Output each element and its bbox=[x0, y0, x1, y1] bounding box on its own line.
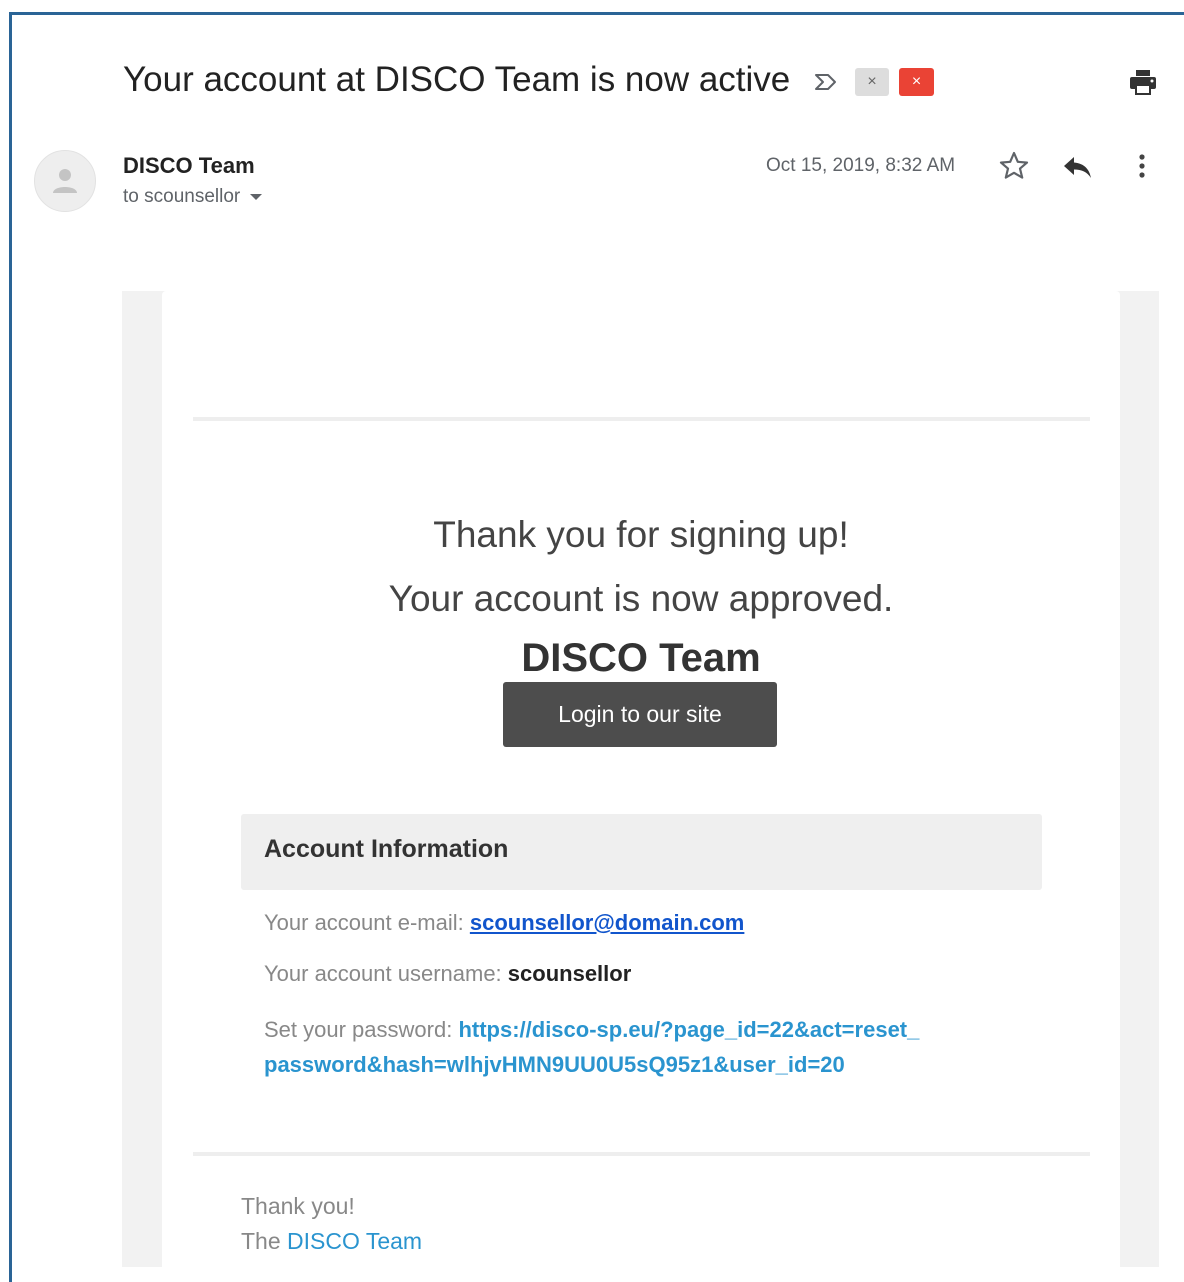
recipient-label: to scounsellor bbox=[123, 186, 241, 207]
account-email-link[interactable]: scounsellor@domain.com bbox=[470, 910, 745, 935]
account-email-row: Your account e-mail: scounsellor@domain.… bbox=[264, 910, 744, 936]
set-password-label: Set your password: bbox=[264, 1017, 459, 1042]
sender-name: DISCO Team bbox=[123, 153, 255, 178]
login-button[interactable]: Login to our site bbox=[503, 682, 777, 747]
signature-prefix: The bbox=[241, 1228, 288, 1254]
set-password-row: Set your password: https://disco-sp.eu/?… bbox=[264, 1012, 1024, 1082]
account-email-label: Your account e-mail: bbox=[264, 910, 470, 935]
account-username-label: Your account username: bbox=[264, 961, 508, 986]
email-card: DISCO Team bbox=[162, 291, 1120, 1267]
reset-password-link-line1: https://disco-sp.eu/?page_id=22&act=rese… bbox=[458, 1017, 920, 1042]
window-frame-top bbox=[9, 12, 1184, 15]
chevron-down-icon bbox=[250, 193, 263, 200]
label-chip-remove-red[interactable]: × bbox=[899, 68, 934, 96]
print-icon[interactable] bbox=[1127, 66, 1159, 98]
divider bbox=[193, 417, 1090, 421]
account-info-title: Account Information bbox=[264, 835, 509, 863]
window-frame-left bbox=[9, 12, 12, 1282]
email-subject: Your account at DISCO Team is now active bbox=[123, 60, 791, 99]
thanks-heading: Thank you for signing up! bbox=[433, 514, 849, 555]
reset-password-link-line2: password&hash=wlhjvHMN9UU0U5sQ95z1&user_… bbox=[264, 1052, 845, 1077]
account-username-row: Your account username: scounsellor bbox=[264, 961, 631, 987]
recipient-details-toggle[interactable]: to scounsellor bbox=[123, 186, 263, 208]
avatar-icon bbox=[53, 169, 77, 193]
approved-heading: Your account is now approved. bbox=[388, 578, 894, 619]
message-date: Oct 15, 2019, 8:32 AM bbox=[766, 155, 956, 176]
team-link[interactable]: DISCO Team bbox=[287, 1228, 422, 1254]
more-options-icon[interactable] bbox=[1128, 149, 1156, 185]
email-brand-title: DISCO Team bbox=[521, 636, 761, 680]
signature: The DISCO Team bbox=[241, 1228, 422, 1255]
label-chip-remove[interactable]: × bbox=[855, 68, 889, 96]
avatar bbox=[34, 150, 96, 212]
signoff-text: Thank you! bbox=[241, 1193, 355, 1219]
divider bbox=[193, 1152, 1090, 1156]
important-icon[interactable] bbox=[812, 68, 840, 96]
account-username-value: scounsellor bbox=[507, 961, 632, 986]
star-icon[interactable] bbox=[997, 149, 1031, 183]
reply-icon[interactable] bbox=[1060, 149, 1096, 185]
